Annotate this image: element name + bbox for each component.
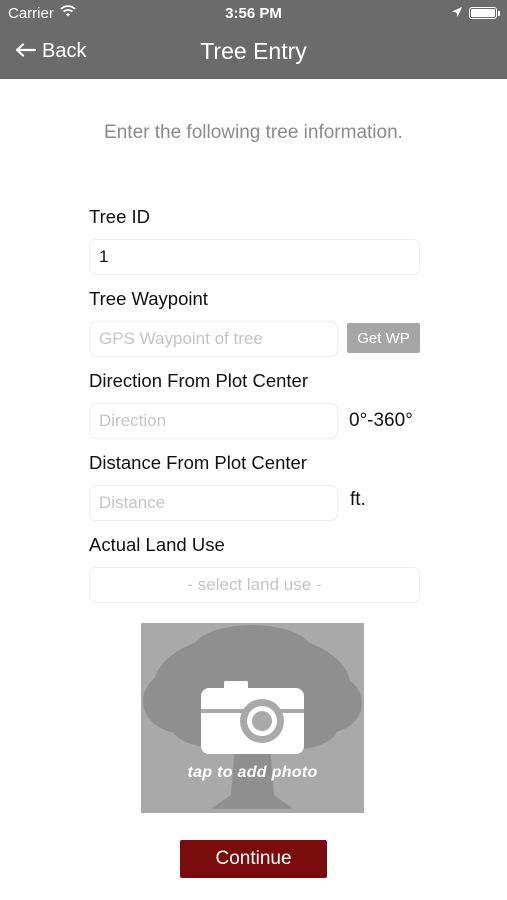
get-waypoint-button[interactable]: Get WP <box>347 323 420 353</box>
distance-label: Distance From Plot Center <box>89 452 307 473</box>
page-title: Tree Entry <box>200 38 307 64</box>
distance-unit: ft. <box>350 489 366 510</box>
tree-id-input[interactable]: 1 <box>89 239 420 275</box>
tree-silhouette-icon <box>143 625 362 809</box>
direction-label: Direction From Plot Center <box>89 370 308 391</box>
add-photo-button[interactable]: tap to add photo <box>141 623 364 813</box>
add-photo-caption: tap to add photo <box>187 764 318 781</box>
camera-icon <box>201 681 304 754</box>
direction-unit: 0°-360° <box>349 410 413 431</box>
land-use-select[interactable]: - select land use - <box>89 567 420 603</box>
land-use-label: Actual Land Use <box>89 534 225 555</box>
tree-id-label: Tree ID <box>89 206 150 227</box>
intro-text: Enter the following tree information. <box>104 122 403 143</box>
tree-waypoint-label: Tree Waypoint <box>89 288 208 309</box>
continue-button[interactable]: Continue <box>180 840 327 878</box>
waypoint-input[interactable]: GPS Waypoint of tree <box>89 321 338 357</box>
battery-icon <box>469 7 500 19</box>
location-arrow-icon <box>451 5 463 22</box>
distance-input[interactable]: Distance <box>89 485 338 521</box>
status-bar: Carrier 3:56 PM <box>0 0 507 28</box>
direction-input[interactable]: Direction <box>89 403 338 439</box>
clock-time: 3:56 PM <box>225 5 282 22</box>
